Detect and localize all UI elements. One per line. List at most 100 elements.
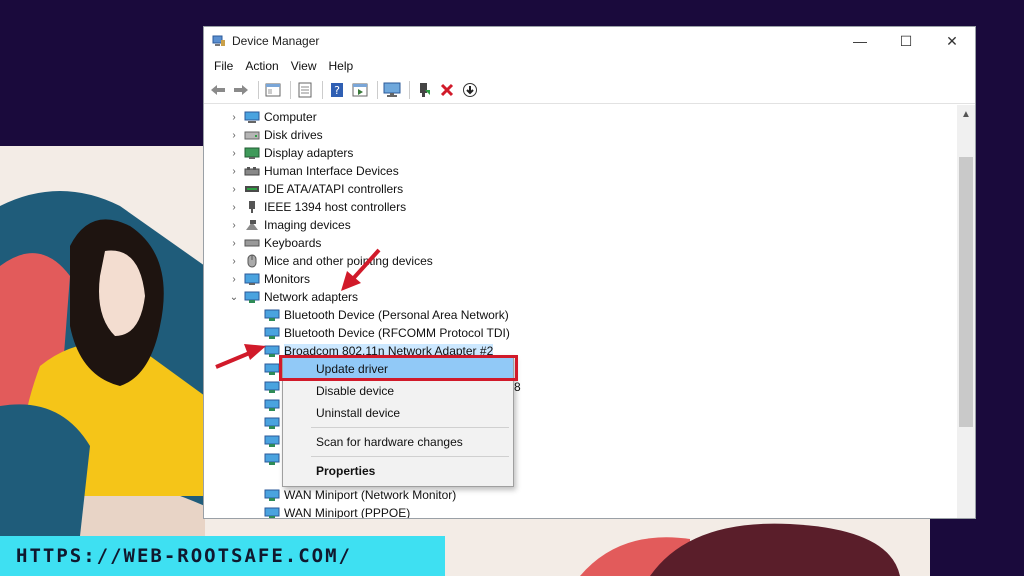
context-item-label: Uninstall device — [316, 406, 401, 420]
chevron-right-icon[interactable]: › — [228, 130, 240, 141]
help-icon[interactable]: ? — [327, 80, 347, 100]
menu-file[interactable]: File — [208, 59, 239, 73]
tree-item-computer[interactable]: › Computer — [228, 108, 317, 126]
toolbar: ? — [204, 77, 975, 104]
tree-item-disk-drives[interactable]: › Disk drives — [228, 126, 323, 144]
tree-item-ide-controllers[interactable]: › IDE ATA/ATAPI controllers — [228, 180, 403, 198]
network-adapter-icon — [264, 434, 280, 448]
network-adapter-item[interactable] — [264, 414, 284, 432]
context-item-label: Update driver — [316, 362, 389, 376]
context-update-driver[interactable]: Update driver — [283, 358, 513, 380]
hid-icon — [244, 164, 260, 178]
minimize-button[interactable]: — — [837, 27, 883, 55]
context-scan-hardware[interactable]: Scan for hardware changes — [283, 431, 513, 453]
network-adapter-item[interactable] — [264, 396, 284, 414]
close-button[interactable]: ✕ — [929, 27, 975, 55]
context-item-label: Scan for hardware changes — [316, 435, 463, 449]
monitor-icon[interactable] — [382, 80, 402, 100]
network-adapter-item[interactable]: Bluetooth Device (RFCOMM Protocol TDI) — [264, 324, 510, 342]
tree-item-label: IDE ATA/ATAPI controllers — [264, 182, 404, 196]
monitor-icon — [244, 272, 260, 286]
toolbar-separator — [290, 81, 291, 99]
chevron-right-icon[interactable]: › — [228, 238, 240, 249]
context-properties[interactable]: Properties — [283, 460, 513, 482]
network-adapter-icon — [264, 398, 280, 412]
chevron-right-icon[interactable]: › — [228, 184, 240, 195]
toolbar-separator — [322, 81, 323, 99]
network-adapter-icon — [264, 308, 280, 322]
tree-item-imaging-devices[interactable]: › Imaging devices — [228, 216, 350, 234]
maximize-button[interactable]: ☐ — [883, 27, 929, 55]
annotation-arrow-icon — [341, 248, 381, 291]
network-adapter-label: WAN Miniport (Network Monitor) — [284, 488, 457, 502]
details-icon[interactable] — [295, 80, 315, 100]
ide-icon — [244, 182, 260, 196]
menu-help[interactable]: Help — [323, 59, 360, 73]
uninstall-icon[interactable] — [437, 80, 457, 100]
tree-item-ieee-1394[interactable]: › IEEE 1394 host controllers — [228, 198, 406, 216]
scroll-up-arrow-icon[interactable]: ▲ — [957, 105, 975, 123]
tree-item-display-adapters[interactable]: › Display adapters — [228, 144, 353, 162]
computer-icon — [244, 110, 260, 124]
tree-item-label: Computer — [264, 110, 317, 124]
network-adapter-item[interactable]: Bluetooth Device (Personal Area Network) — [264, 306, 509, 324]
website-url-banner: HTTPS://WEB-ROOTSAFE.COM/ — [0, 536, 445, 576]
chevron-right-icon[interactable]: › — [228, 202, 240, 213]
network-icon — [244, 290, 260, 304]
forward-icon[interactable] — [231, 80, 251, 100]
toolbar-separator — [258, 81, 259, 99]
tree-item-label: Monitors — [264, 272, 311, 286]
window-title: Device Manager — [232, 34, 320, 48]
chevron-right-icon[interactable]: › — [228, 256, 240, 267]
chevron-right-icon[interactable]: › — [228, 220, 240, 231]
chevron-right-icon[interactable]: › — [228, 148, 240, 159]
network-adapter-label: Bluetooth Device (RFCOMM Protocol TDI) — [284, 326, 510, 340]
toolbar-separator — [409, 81, 410, 99]
properties-icon[interactable] — [263, 80, 283, 100]
chevron-down-icon[interactable]: ⌄ — [228, 292, 240, 303]
illustration-right-shape — [580, 523, 900, 576]
annotation-arrow-icon — [215, 344, 266, 369]
context-item-label: Disable device — [316, 384, 395, 398]
tree-item-label: Disk drives — [264, 128, 323, 142]
network-adapter-icon — [264, 416, 280, 430]
context-uninstall-device[interactable]: Uninstall device — [283, 402, 513, 424]
disk-icon — [244, 128, 260, 142]
network-adapter-icon — [264, 326, 280, 340]
network-adapter-item[interactable] — [264, 450, 284, 468]
tree-item-monitors[interactable]: › Monitors — [228, 270, 310, 288]
network-adapter-item[interactable] — [264, 432, 284, 450]
tree-item-label: Display adapters — [264, 146, 354, 160]
context-item-label: Properties — [316, 464, 376, 478]
back-icon[interactable] — [208, 80, 228, 100]
mouse-icon — [244, 254, 260, 268]
menu-action[interactable]: Action — [239, 59, 284, 73]
chevron-right-icon[interactable]: › — [228, 274, 240, 285]
network-adapter-item[interactable]: WAN Miniport (Network Monitor) — [264, 486, 456, 504]
chevron-right-icon[interactable]: › — [228, 112, 240, 123]
svg-text:?: ? — [334, 84, 340, 97]
context-disable-device[interactable]: Disable device — [283, 380, 513, 402]
camera-icon — [244, 218, 260, 232]
title-bar: Device Manager — ☐ ✕ — [204, 27, 975, 55]
context-separator — [311, 427, 509, 428]
context-menu: Update driver Disable device Uninstall d… — [282, 355, 514, 487]
tree-item-label: Human Interface Devices — [264, 164, 399, 178]
network-adapter-item[interactable]: WAN Miniport (PPPOE) — [264, 504, 410, 518]
menu-view[interactable]: View — [285, 59, 323, 73]
network-adapter-icon — [264, 488, 280, 502]
view-icon[interactable] — [350, 80, 370, 100]
menu-bar: File Action View Help — [204, 55, 975, 77]
add-driver-icon[interactable] — [414, 80, 434, 100]
update-icon[interactable] — [460, 80, 480, 100]
network-adapter-icon — [264, 380, 280, 394]
tree-item-human-interface-devices[interactable]: › Human Interface Devices — [228, 162, 399, 180]
firewire-icon — [244, 200, 260, 214]
tree-item-keyboards[interactable]: › Keyboards — [228, 234, 321, 252]
chevron-right-icon[interactable]: › — [228, 166, 240, 177]
scroll-thumb[interactable] — [959, 157, 973, 427]
tree-item-label: Keyboards — [264, 236, 322, 250]
tree-item-mice[interactable]: › Mice and other pointing devices — [228, 252, 432, 270]
vertical-scrollbar[interactable]: ▲ — [957, 105, 975, 518]
network-adapter-icon — [264, 452, 280, 466]
